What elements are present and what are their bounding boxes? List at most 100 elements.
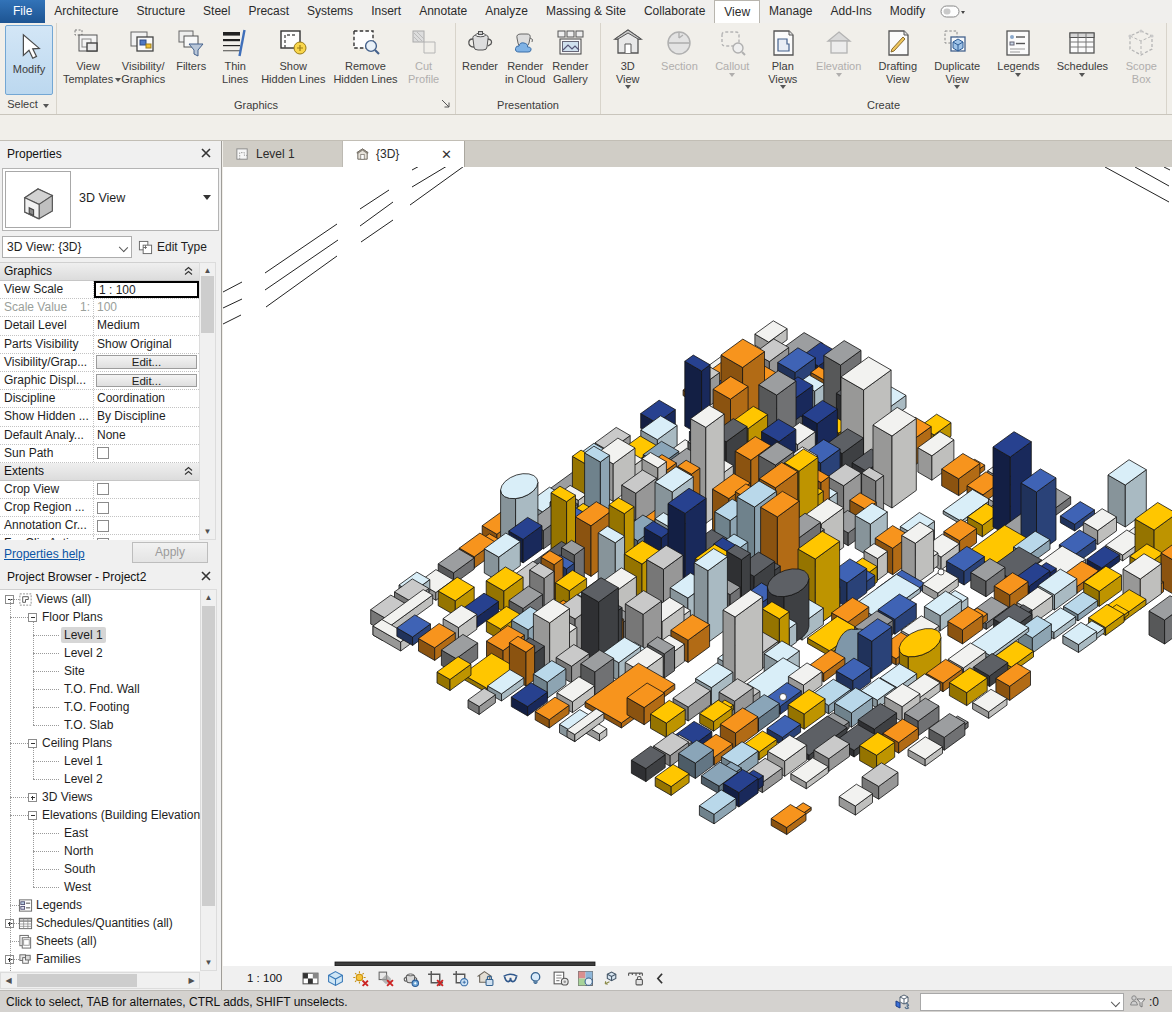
detail-level-icon[interactable] — [302, 970, 319, 987]
scroll-up-icon[interactable]: ▲ — [201, 590, 216, 605]
model-sphere[interactable] — [780, 694, 787, 701]
ribbon-button-duplicate-view[interactable]: Duplicate View — [926, 24, 989, 96]
property-value[interactable]: Coordination — [94, 390, 199, 407]
tree-item-label[interactable]: East — [61, 825, 91, 841]
property-value[interactable] — [94, 445, 199, 462]
tree-item-label[interactable]: Elevations (Building Elevation — [39, 807, 200, 823]
property-section-extents[interactable]: Extents — [0, 463, 199, 481]
ribbon-button-legends[interactable]: Legends — [989, 24, 1048, 96]
edit-button[interactable]: Edit... — [96, 374, 197, 388]
tree-item-groups[interactable]: Groups — [0, 968, 200, 971]
tree-item-label[interactable]: Views (all) — [33, 591, 94, 607]
ribbon-tab-modify[interactable]: Modify — [881, 0, 934, 23]
scroll-down-icon[interactable]: ▼ — [200, 524, 215, 539]
tree-item-label[interactable]: Site — [61, 663, 88, 679]
dropdown-caret-icon[interactable] — [1079, 73, 1085, 77]
render-dialog-icon[interactable] — [402, 970, 419, 987]
view-tab-3d[interactable]: {3D}✕ — [343, 141, 465, 167]
tree-item-label[interactable]: Level 1 — [61, 753, 106, 769]
ribbon-button-modify[interactable]: Modify — [5, 25, 53, 95]
tree-item-label[interactable]: West — [61, 879, 94, 895]
ribbon-tab-systems[interactable]: Systems — [298, 0, 362, 23]
ribbon-button-elevation[interactable]: Elevation — [807, 24, 869, 96]
tree-item-north[interactable]: North — [0, 842, 200, 860]
design-options-chevron-icon[interactable] — [1111, 998, 1120, 1007]
checkbox[interactable] — [97, 502, 109, 514]
tree-item-south[interactable]: South — [0, 860, 200, 878]
tree-item-sheets-all[interactable]: Sheets (all) — [0, 932, 200, 950]
worksharing-display-icon[interactable] — [577, 970, 594, 987]
annotation-line[interactable] — [361, 220, 393, 242]
view-scale-input[interactable]: 1 : 100 — [94, 281, 199, 298]
ribbon-button-plan-views[interactable]: Plan Views — [758, 24, 807, 96]
tree-item-label[interactable]: Groups — [33, 969, 78, 971]
tree-item-east[interactable]: East — [0, 824, 200, 842]
property-value[interactable]: Show Original — [94, 336, 199, 353]
tree-item-label[interactable]: South — [61, 861, 98, 877]
properties-scrollbar[interactable]: ▲ ▼ — [199, 262, 216, 540]
tree-item-site[interactable]: Site — [0, 662, 200, 680]
ribbon-tab-annotate[interactable]: Annotate — [410, 0, 476, 23]
crop-region-icon[interactable] — [452, 970, 469, 987]
annotation-line[interactable] — [223, 315, 241, 324]
displaced-elements-icon[interactable] — [602, 970, 619, 987]
dialog-launcher-icon[interactable] — [441, 99, 451, 109]
annotation-line[interactable] — [410, 167, 467, 205]
tree-item-label[interactable]: Families — [33, 951, 84, 967]
ribbon-button-show-hidden-lines[interactable]: Show Hidden Lines — [257, 24, 329, 96]
collapse-chevron-icon[interactable] — [184, 266, 193, 276]
tree-item-label[interactable]: Floor Plans — [39, 609, 106, 625]
shadows-icon[interactable] — [377, 970, 394, 987]
tree-item-label[interactable]: North — [61, 843, 96, 859]
annotation-line[interactable] — [1164, 167, 1170, 170]
ribbon-button-visibility-graphics[interactable]: Visibility/ Graphics — [117, 24, 169, 96]
ribbon-button-scope-box[interactable]: Scope Box — [1117, 24, 1166, 96]
sun-path-icon[interactable] — [352, 970, 369, 987]
property-value[interactable] — [94, 517, 199, 534]
ribbon-tab-view[interactable]: View — [714, 0, 760, 23]
type-selector[interactable]: 3D View — [2, 168, 219, 231]
property-value[interactable] — [94, 499, 199, 516]
view-scale-control[interactable]: 1 : 100 — [247, 972, 282, 984]
dropdown-caret-icon[interactable] — [1015, 73, 1021, 77]
dropdown-caret-icon[interactable] — [625, 85, 631, 89]
design-options-combo[interactable] — [920, 993, 1124, 1011]
view-tab-level-1[interactable]: Level 1 — [223, 141, 343, 167]
type-selector-caret-icon[interactable] — [203, 195, 211, 200]
tree-item-label[interactable]: T.O. Footing — [61, 699, 132, 715]
annotation-line[interactable] — [223, 282, 242, 292]
expand-icon[interactable] — [28, 793, 37, 802]
scroll-left-icon[interactable]: ◀ — [1, 973, 16, 988]
ribbon-tab-collaborate[interactable]: Collaborate — [635, 0, 714, 23]
property-value[interactable] — [94, 535, 199, 540]
browser-h-thumb[interactable] — [17, 974, 137, 987]
ribbon-tab-analyze[interactable]: Analyze — [476, 0, 537, 23]
ribbon-button-remove-hidden-lines[interactable]: Remove Hidden Lines — [329, 24, 401, 96]
reveal-constraints-icon[interactable] — [627, 970, 644, 987]
ribbon-tab-architecture[interactable]: Architecture — [45, 0, 127, 23]
tree-item-legends[interactable]: Legends — [0, 896, 200, 914]
properties-header[interactable]: Properties — [0, 141, 221, 167]
select-dropdown-icon[interactable] — [43, 104, 49, 108]
tree-item-label[interactable]: Level 2 — [61, 771, 106, 787]
drawing-area[interactable] — [223, 167, 1172, 966]
tree-item-ceiling-plans[interactable]: Ceiling Plans — [0, 734, 200, 752]
browser-scroll-thumb[interactable] — [202, 606, 215, 906]
crop-view-icon[interactable] — [427, 970, 444, 987]
ribbon-tab-insert[interactable]: Insert — [362, 0, 410, 23]
ribbon-tab-steel[interactable]: Steel — [194, 0, 239, 23]
edit-type-button[interactable]: Edit Type — [138, 237, 218, 257]
tree-item-label[interactable]: T.O. Slab — [61, 717, 116, 733]
annotation-line[interactable] — [412, 167, 425, 170]
project-browser-header[interactable]: Project Browser - Project2 — [0, 565, 221, 589]
instance-combo-chevron-icon[interactable] — [119, 243, 128, 252]
ribbon-button-render-in-cloud[interactable]: Render in Cloud — [502, 24, 548, 96]
close-view-tab-icon[interactable]: ✕ — [417, 147, 452, 162]
dropdown-caret-icon[interactable] — [729, 73, 735, 77]
dropdown-caret-icon[interactable] — [115, 78, 121, 82]
temporary-hide-icon[interactable] — [502, 970, 519, 987]
edit-button[interactable]: Edit... — [96, 355, 197, 369]
tree-item-label[interactable]: Level 2 — [61, 645, 106, 661]
ribbon-button-schedules[interactable]: Schedules — [1048, 24, 1116, 96]
ribbon-button-cut-profile[interactable]: Cut Profile — [402, 24, 446, 96]
